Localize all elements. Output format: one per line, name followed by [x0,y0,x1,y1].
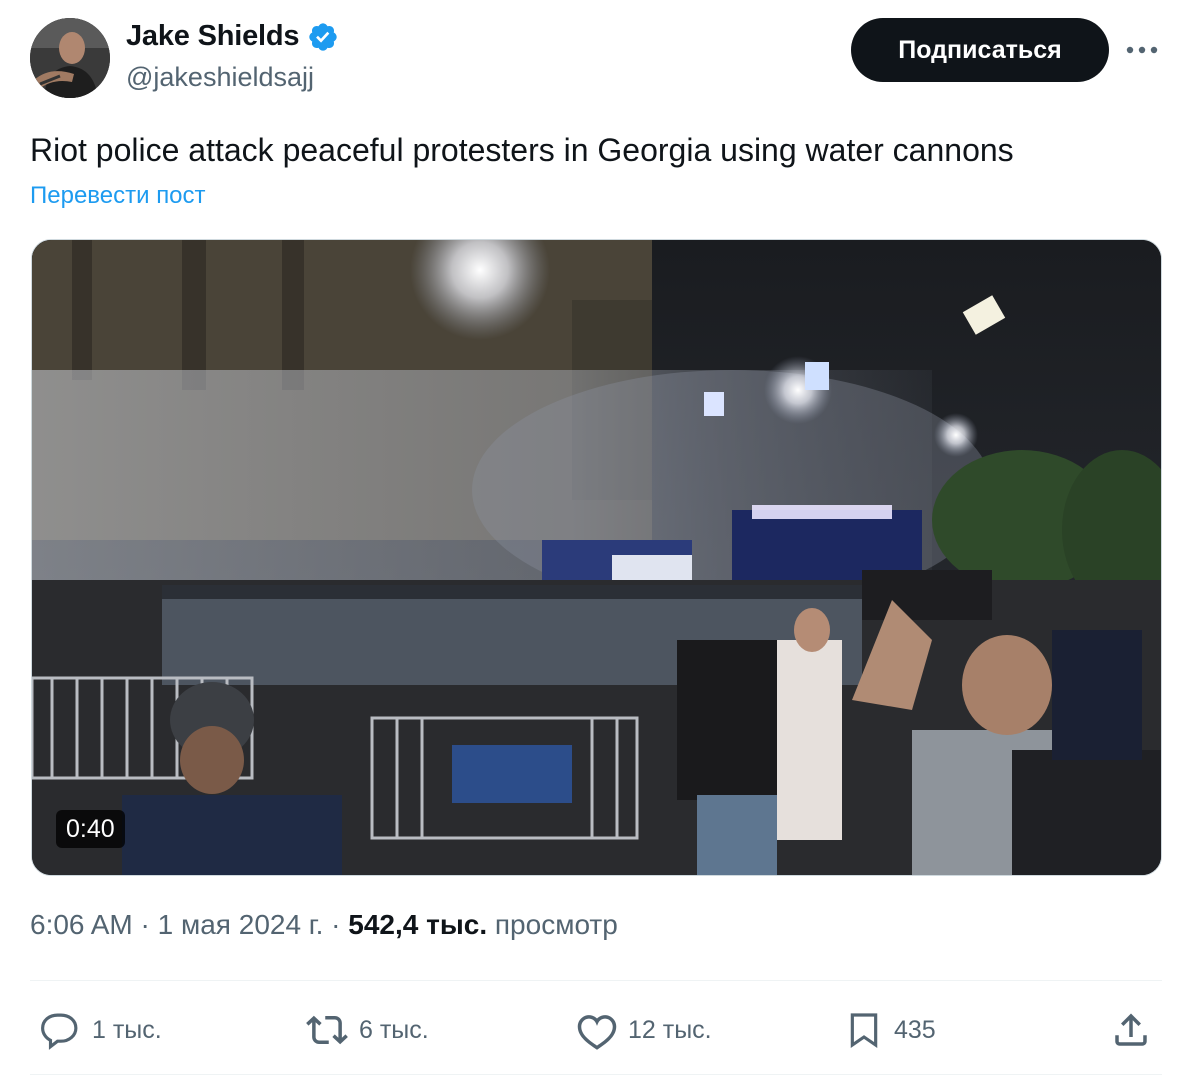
views-count: 542,4 тыс. [348,909,488,940]
more-button[interactable] [1122,30,1162,70]
avatar-image [30,18,110,98]
post-meta: 6:06 AM · 1 мая 2024 г. · 542,4 тыс. про… [30,909,618,941]
like-count: 12 тыс. [628,1015,712,1044]
repost-count: 6 тыс. [359,1015,429,1044]
divider-bottom [30,1074,1162,1075]
like-button[interactable]: 12 тыс. [576,1000,712,1060]
post-text: Riot police attack peaceful protesters i… [30,132,1014,168]
author-name-row: Jake Shields [126,20,339,53]
more-icon [1126,46,1158,54]
post-time[interactable]: 6:06 AM [30,909,133,940]
author-handle[interactable]: @jakeshieldsajj [126,62,314,93]
views-label: просмотр [494,909,618,940]
video-thumbnail [32,240,1161,875]
bookmark-icon [850,1013,878,1049]
follow-button[interactable]: Подписаться [851,18,1109,82]
translate-link[interactable]: Перевести пост [30,182,206,210]
verified-badge-icon [309,22,337,51]
like-icon [577,1015,617,1050]
video-player[interactable] [31,239,1162,876]
repost-button[interactable]: 6 тыс. [305,1000,429,1060]
reply-button[interactable]: 1 тыс. [40,1000,162,1060]
divider-top [30,980,1162,981]
reply-count: 1 тыс. [92,1015,162,1044]
meta-separator-2: · [331,909,341,940]
reply-icon [41,1013,78,1050]
repost-icon [306,1015,348,1045]
author-name[interactable]: Jake Shields [126,20,300,53]
share-icon [1115,1013,1147,1046]
post-date[interactable]: 1 мая 2024 г. [158,909,324,940]
bookmark-button[interactable]: 435 [844,1000,936,1060]
action-bar: 1 тыс. 6 тыс. 12 тыс. 435 [30,1000,1162,1060]
share-button[interactable] [1110,1000,1152,1060]
video-duration: 0:40 [56,810,125,848]
bookmark-count: 435 [894,1015,936,1044]
meta-separator: · [140,909,150,940]
avatar[interactable] [30,18,110,98]
